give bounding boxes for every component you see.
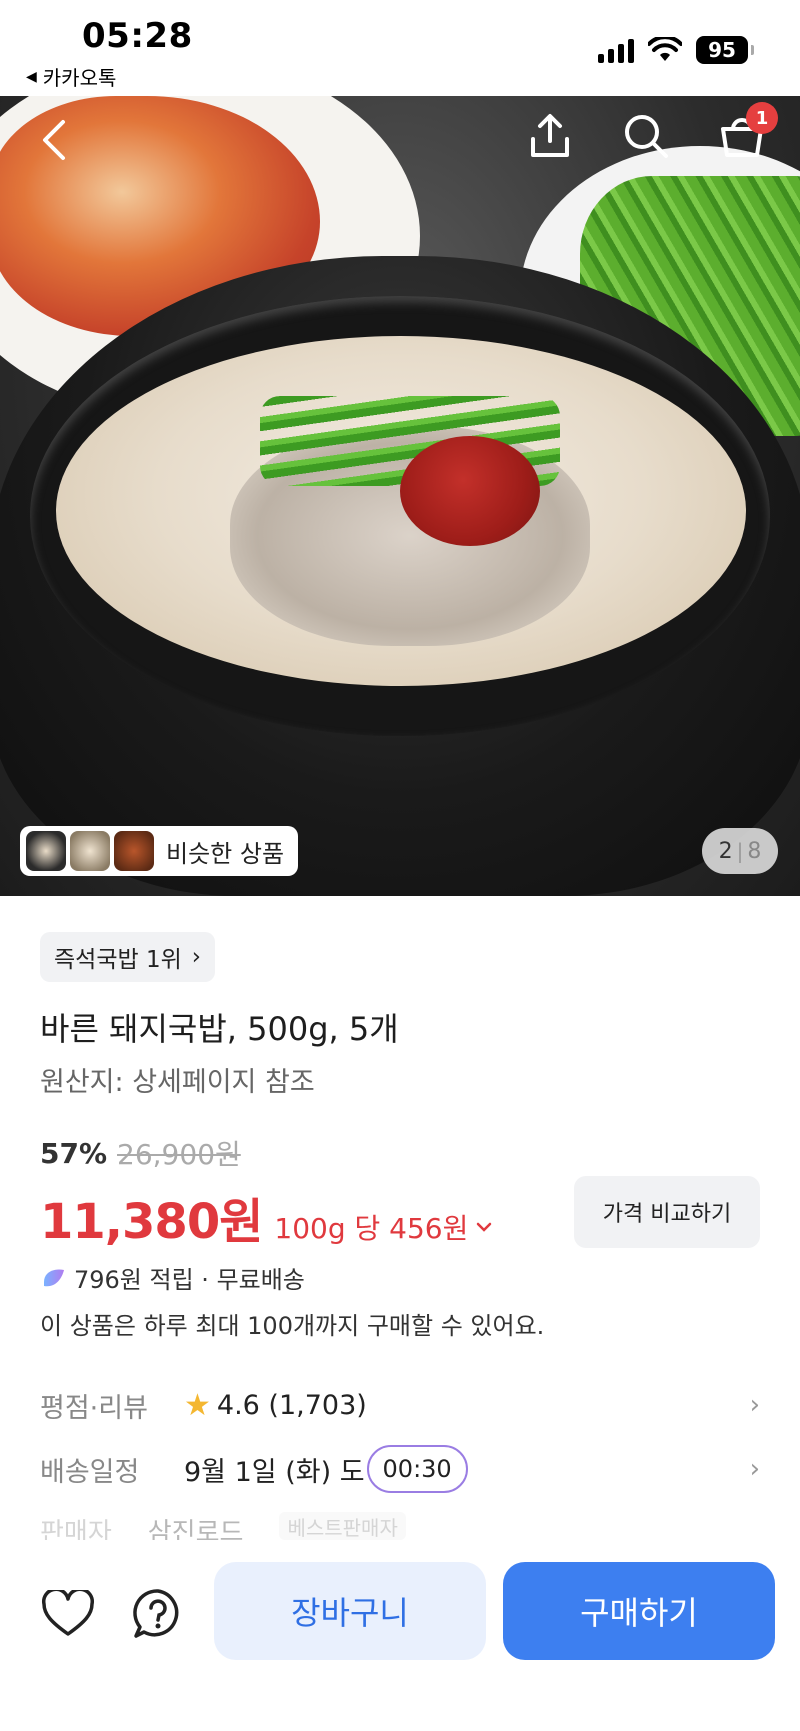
best-seller-badge: 베스트판매자 <box>279 1512 406 1540</box>
similar-products-button[interactable]: 비슷한 상품 <box>20 826 299 876</box>
unit-price-toggle[interactable]: 100g 당 456원 <box>274 1207 492 1247</box>
delivery-value: 9월 1일 (화) 도 <box>184 1456 365 1488</box>
buy-now-button[interactable]: 구매하기 <box>503 1562 775 1660</box>
chevron-right-icon: › <box>191 944 201 970</box>
points-text: 796원 적립 · 무료배송 <box>74 1266 305 1294</box>
add-to-cart-button[interactable]: 장바구니 <box>214 1562 486 1660</box>
cart-count-badge: 1 <box>746 102 778 134</box>
chevron-down-icon <box>477 1222 492 1232</box>
battery-icon: 95 <box>696 36 754 64</box>
bottom-action-bar: 장바구니 구매하기 <box>0 1540 800 1731</box>
search-icon[interactable] <box>616 106 676 166</box>
back-triangle-icon: ◀ <box>26 68 37 85</box>
delivery-schedule-row[interactable]: 배송일정 9월 1일 (화) 도 00:30 › <box>40 1444 760 1494</box>
product-origin: 원산지: 상세페이지 참조 <box>40 1067 315 1098</box>
points-row: 796원 적립 · 무료배송 <box>40 1260 305 1295</box>
status-bar: 05:28 ◀ 카카오톡 95 <box>0 0 800 96</box>
points-icon <box>44 1269 64 1286</box>
sale-price: 11,380원 <box>40 1194 263 1250</box>
seller-row[interactable]: 판매자 삼진로드 베스트판매자 <box>40 1512 760 1540</box>
product-image[interactable] <box>0 96 800 896</box>
purchase-limit-notice: 이 상품은 하루 최대 100개까지 구매할 수 있어요. <box>40 1312 545 1340</box>
back-arrow-icon[interactable] <box>34 114 74 166</box>
rating-review-row[interactable]: 평점·리뷰 ★ 4.6 (1,703) › <box>40 1380 760 1430</box>
similar-products-label: 비슷한 상품 <box>166 839 285 868</box>
page-total: 8 <box>747 838 762 864</box>
seller-name: 삼진로드 <box>147 1518 244 1540</box>
cart-icon[interactable]: 1 <box>712 102 778 166</box>
question-icon[interactable] <box>128 1584 188 1644</box>
page-current: 2 <box>718 838 733 864</box>
wifi-icon <box>648 37 682 61</box>
chevron-right-icon: › <box>749 1454 760 1484</box>
share-icon[interactable] <box>520 106 580 166</box>
top-nav-actions: 1 <box>520 102 778 166</box>
discount-rate: 57% <box>40 1136 108 1170</box>
heart-icon[interactable] <box>38 1584 98 1644</box>
cellular-signal-icon <box>598 37 634 63</box>
price-row: 11,380원 100g 당 456원 <box>40 1182 492 1252</box>
rank-label: 즉석국밥 1위 <box>54 947 182 973</box>
product-title: 바른 돼지국밥, 500g, 5개 <box>40 1010 399 1048</box>
seller-label: 판매자 <box>40 1518 112 1540</box>
rating-value: 4.6 (1,703) <box>216 1389 367 1421</box>
status-icons: 95 <box>598 36 754 64</box>
discount-row: 57% 26,900원 <box>40 1133 241 1173</box>
back-to-app-link[interactable]: ◀ 카카오톡 <box>26 62 116 91</box>
image-page-indicator: 2 | 8 <box>702 828 778 874</box>
unit-price: 100g 당 456원 <box>274 1212 469 1245</box>
back-app-label: 카카오톡 <box>42 66 117 90</box>
original-price: 26,900원 <box>117 1138 241 1171</box>
similar-thumb <box>70 831 110 871</box>
delivery-countdown-timer: 00:30 <box>366 1445 468 1493</box>
status-time: 05:28 <box>82 16 193 56</box>
chevron-right-icon: › <box>749 1390 760 1420</box>
star-icon: ★ <box>184 1387 211 1423</box>
similar-thumb <box>26 831 66 871</box>
delivery-label: 배송일정 <box>40 1456 140 1488</box>
price-compare-button[interactable]: 가격 비교하기 <box>574 1176 760 1248</box>
similar-thumb <box>114 831 154 871</box>
rating-label: 평점·리뷰 <box>40 1392 148 1424</box>
category-rank-badge[interactable]: 즉석국밥 1위 › <box>40 932 215 982</box>
